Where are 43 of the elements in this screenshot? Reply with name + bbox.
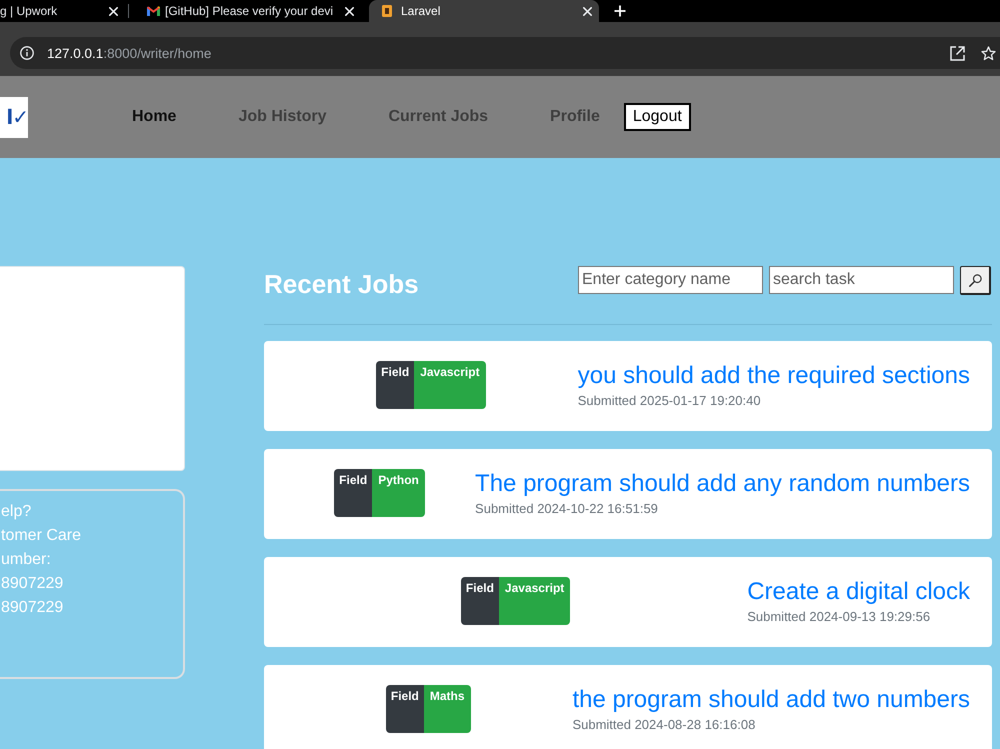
info-icon[interactable] — [20, 46, 34, 60]
nav-link[interactable]: Current Jobs — [388, 108, 488, 126]
help-text: umber: — [1, 550, 51, 570]
job-title-link[interactable]: The program should add any random numbers — [475, 469, 970, 499]
address-bar[interactable]: 127.0.0.1:8000/writer/home — [10, 37, 1000, 69]
search-icon — [968, 274, 982, 286]
favicon-icon — [382, 5, 392, 17]
nav-link[interactable]: Home — [132, 108, 176, 126]
new-tab-plus-icon[interactable] — [614, 5, 626, 17]
close-icon[interactable] — [109, 6, 118, 16]
submitted-date-text: Submitted 2024-10-22 16:51:59 — [475, 501, 658, 517]
job-title-link[interactable]: the program should add two numbers — [572, 685, 970, 715]
category-tag: Javascript — [498, 577, 570, 625]
submitted-date-text: Submitted 2025-01-17 19:20:40 — [578, 393, 761, 409]
search-button[interactable] — [960, 266, 991, 295]
help-text: tomer Care — [1, 526, 82, 546]
nav-link[interactable]: Profile — [550, 108, 600, 126]
submitted-date-text: Submitted 2024-08-28 16:16:08 — [572, 717, 756, 733]
external-link-icon[interactable] — [950, 46, 965, 60]
section-heading: Recent Jobs — [264, 268, 419, 301]
category-search-field[interactable]: Enter category name — [578, 266, 763, 294]
category-tag: Python — [372, 469, 425, 517]
field-tag: Field — [386, 685, 424, 733]
help-text: 8907229 — [1, 574, 64, 594]
field-tag: Field — [460, 577, 499, 625]
browser-tab[interactable]: Laravel — [369, 0, 599, 22]
field-tag: Field — [376, 361, 414, 409]
mail-icon — [147, 6, 160, 16]
close-icon[interactable] — [583, 6, 592, 16]
submitted-date-text: Submitted 2024-09-13 19:29:56 — [747, 609, 930, 625]
logo[interactable]: l✓ — [0, 96, 28, 138]
task-search-field[interactable]: search task — [769, 266, 954, 294]
job-title-link[interactable]: Create a digital clock — [747, 577, 970, 607]
category-tag: Javascript — [414, 361, 486, 409]
help-text: elp? — [1, 502, 32, 522]
category-tag: Maths — [424, 685, 471, 733]
nav-link[interactable]: Job History — [238, 108, 326, 126]
field-tag: Field — [334, 469, 372, 517]
logout-button[interactable]: Logout — [624, 103, 691, 131]
help-text: 8907229 — [1, 598, 64, 618]
job-title-link[interactable]: you should add the required sections — [578, 361, 970, 391]
close-icon[interactable] — [345, 6, 354, 16]
star-icon[interactable] — [981, 46, 996, 60]
